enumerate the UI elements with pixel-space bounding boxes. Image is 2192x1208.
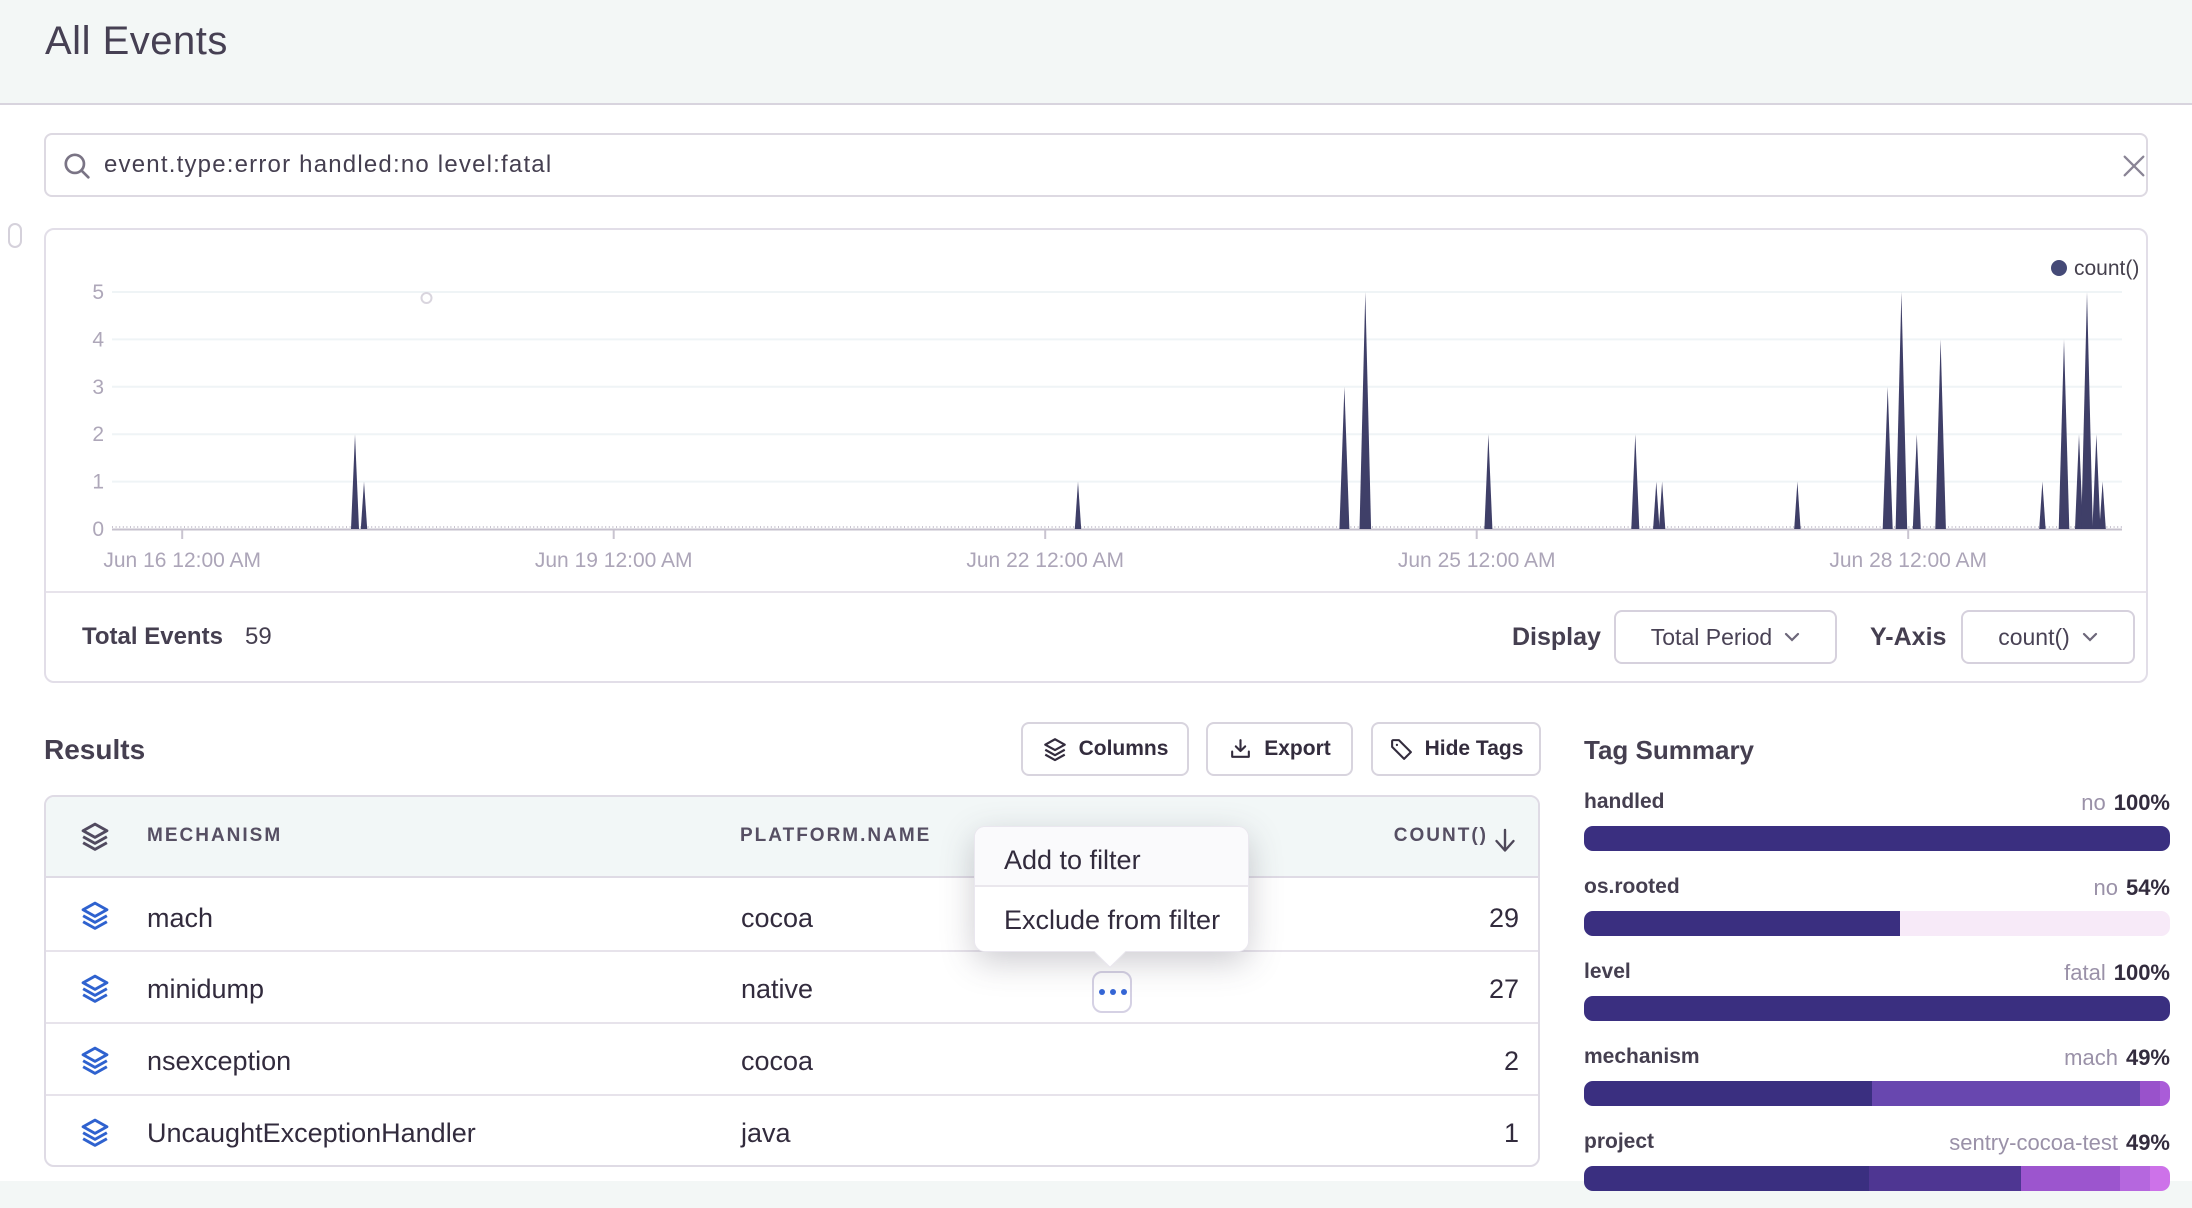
svg-text:Jun 25 12:00 AM: Jun 25 12:00 AM: [1398, 549, 1556, 572]
svg-text:Jun 22 12:00 AM: Jun 22 12:00 AM: [966, 549, 1124, 572]
svg-text:Jun 19 12:00 AM: Jun 19 12:00 AM: [535, 549, 693, 572]
svg-text:3: 3: [92, 376, 104, 399]
svg-text:count(): count(): [2074, 257, 2139, 280]
svg-text:1: 1: [92, 471, 104, 494]
svg-text:0: 0: [92, 518, 104, 541]
svg-text:5: 5: [92, 281, 104, 304]
svg-text:Jun 28 12:00 AM: Jun 28 12:00 AM: [1829, 549, 1987, 572]
svg-text:Jun 16 12:00 AM: Jun 16 12:00 AM: [103, 549, 261, 572]
svg-text:4: 4: [92, 328, 104, 351]
svg-text:2: 2: [92, 423, 104, 446]
